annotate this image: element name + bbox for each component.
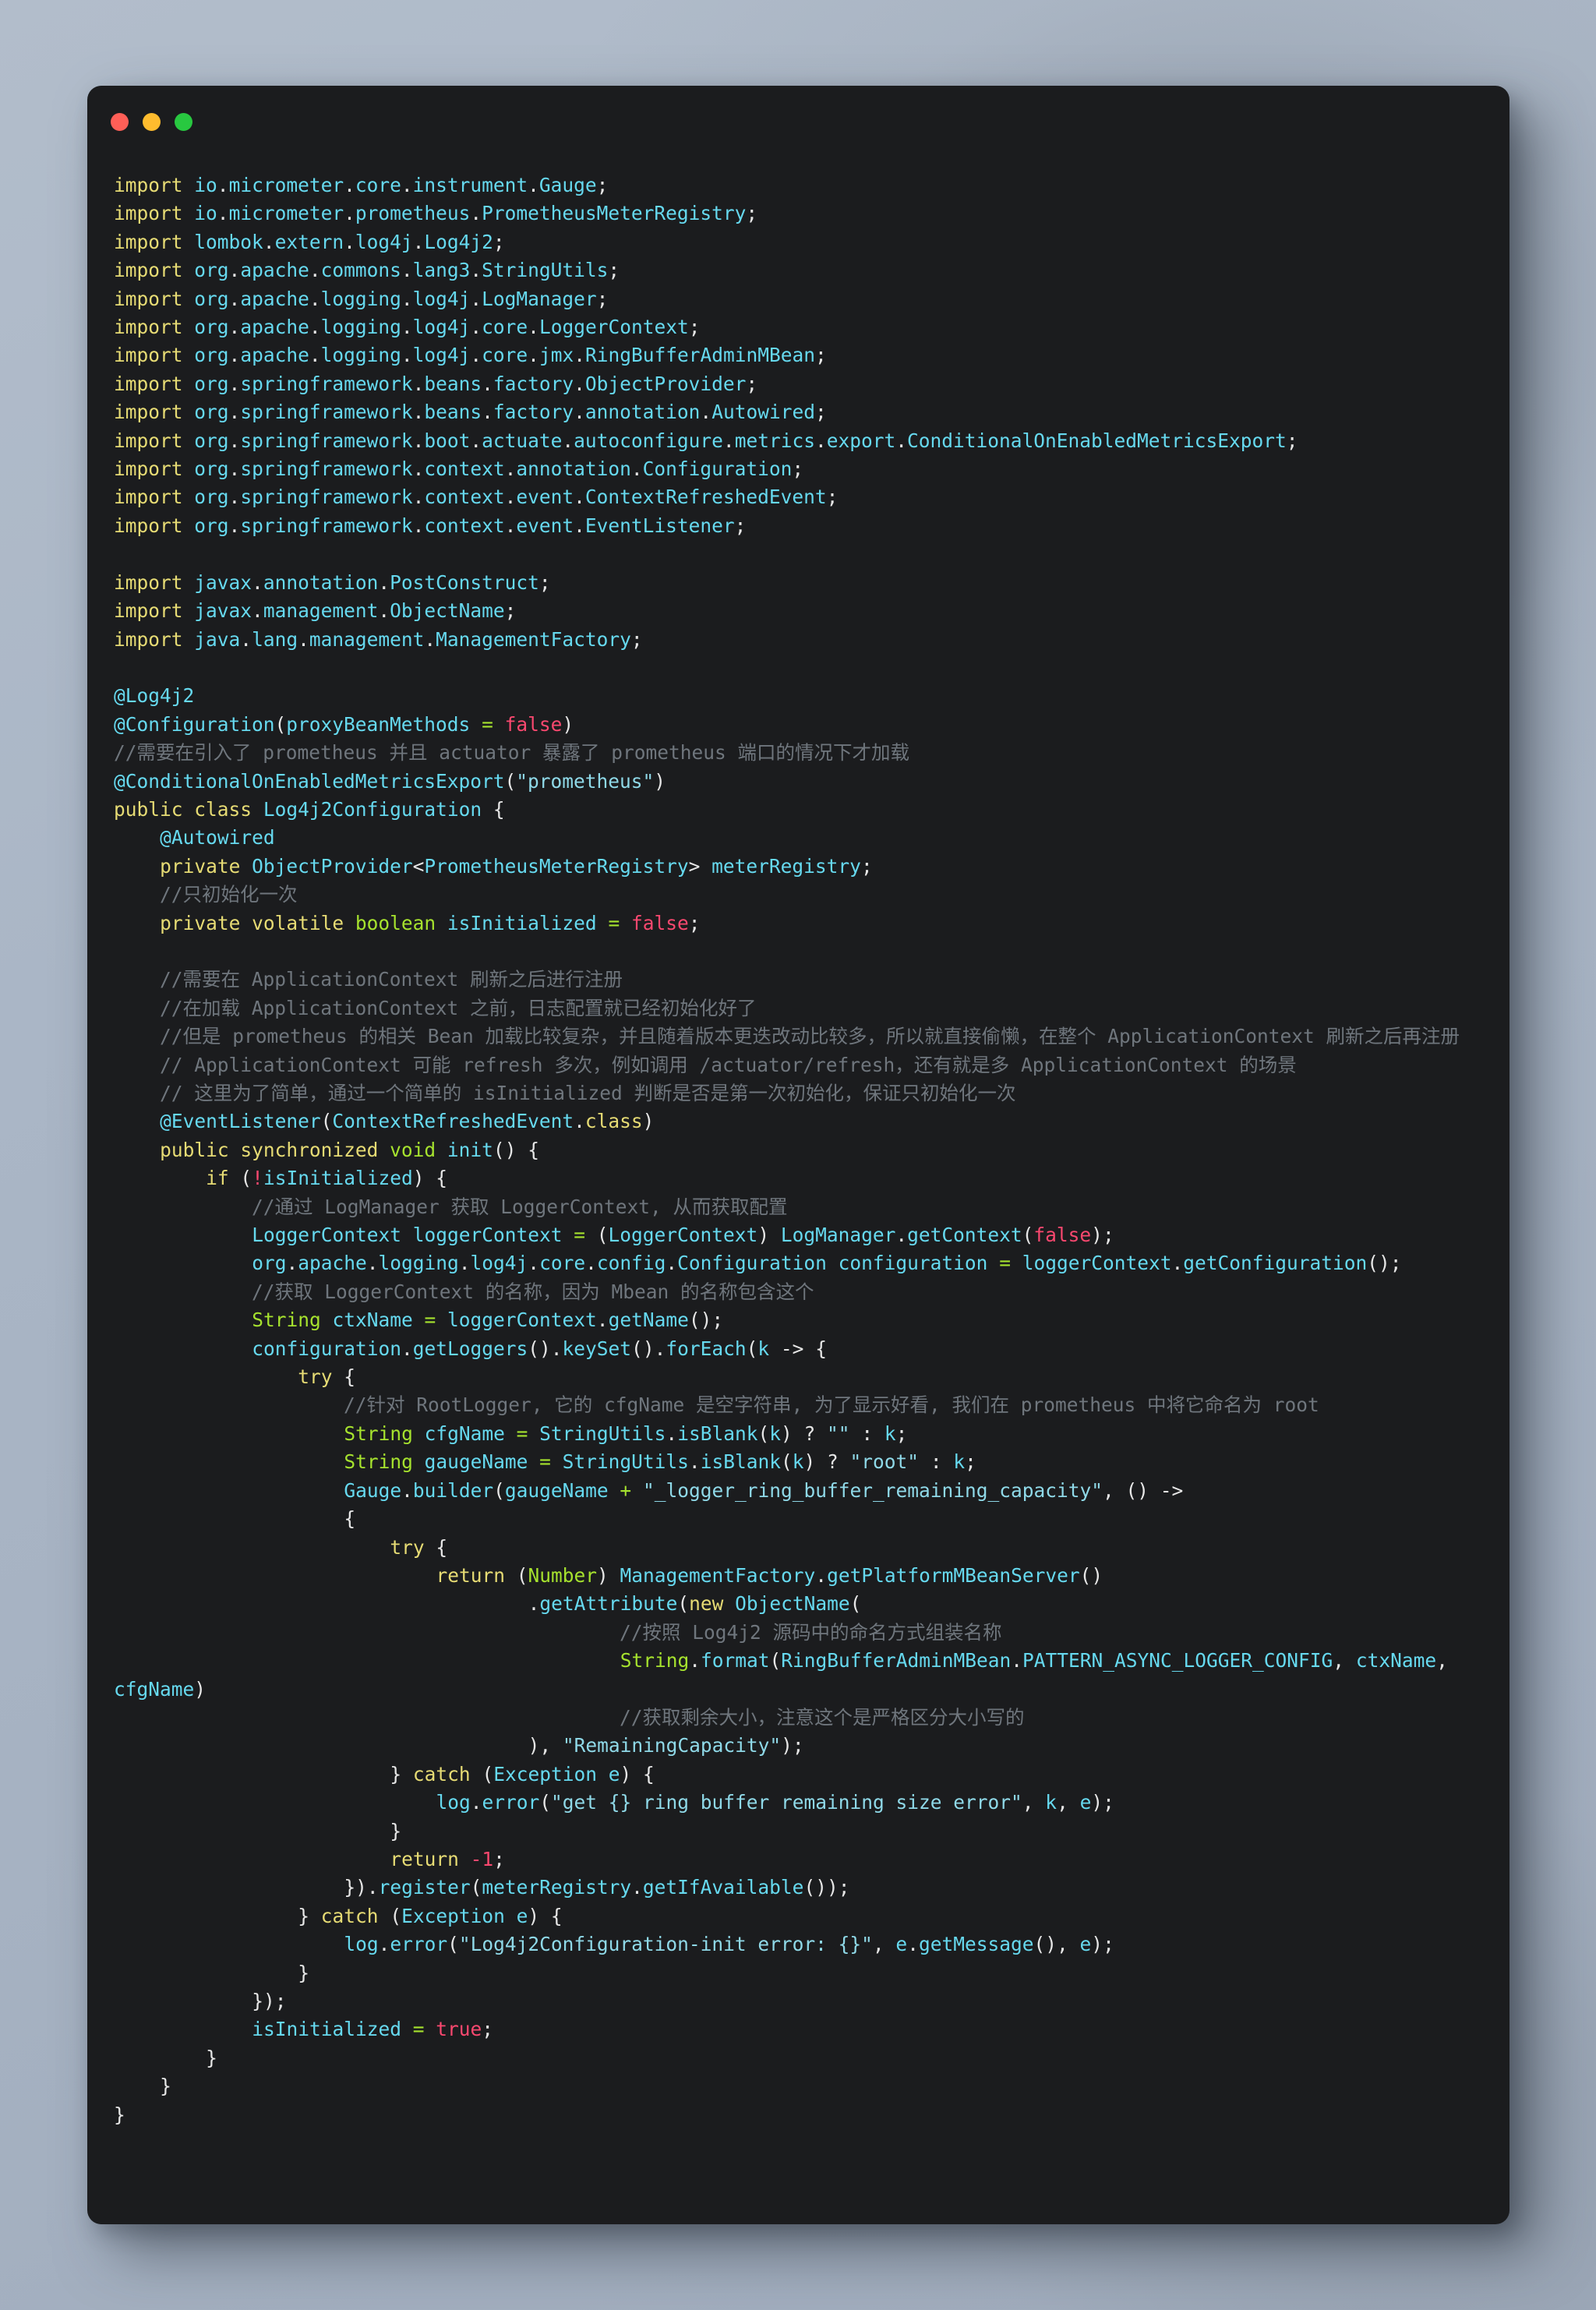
code-line: import org.apache.logging.log4j.LogManag… bbox=[114, 287, 609, 310]
code-line: ), "RemainingCapacity"); bbox=[528, 1734, 804, 1757]
code-line: @EventListener(ContextRefreshedEvent.cla… bbox=[160, 1110, 655, 1133]
code-line: try { bbox=[298, 1365, 356, 1389]
code-line: org.apache.logging.log4j.core.config.Con… bbox=[252, 1252, 1402, 1275]
code-line: @ConditionalOnEnabledMetricsExport("prom… bbox=[114, 769, 666, 793]
code-line: //需要在引入了 prometheus 并且 actuator 暴露了 prom… bbox=[114, 741, 910, 765]
code-line: import io.micrometer.prometheus.Promethe… bbox=[114, 202, 758, 225]
code-line: //按照 Log4j2 源码中的命名方式组装名称 bbox=[620, 1620, 1002, 1644]
code-line: { bbox=[344, 1507, 356, 1531]
code-line: log.error("get {} ring buffer remaining … bbox=[436, 1791, 1114, 1814]
code-line: // ApplicationContext 可能 refresh 多次，例如调用… bbox=[160, 1053, 1297, 1076]
code-line: String cfgName = StringUtils.isBlank(k) … bbox=[344, 1422, 908, 1445]
code-line: public class Log4j2Configuration { bbox=[114, 797, 505, 821]
close-button[interactable] bbox=[111, 113, 129, 131]
code-line: import org.apache.logging.log4j.core.jmx… bbox=[114, 344, 827, 367]
code-line: import org.springframework.beans.factory… bbox=[114, 401, 827, 424]
code-line: } bbox=[160, 2075, 171, 2098]
code-line: private volatile boolean isInitialized =… bbox=[160, 911, 701, 934]
code-line: import org.springframework.beans.factory… bbox=[114, 372, 758, 395]
code-editor-content[interactable]: import io.micrometer.core.instrument.Gau… bbox=[87, 157, 1509, 2129]
code-line: // 这里为了简单，通过一个简单的 isInitialized 判断是否是第一次… bbox=[160, 1082, 1016, 1104]
code-line: //针对 RootLogger, 它的 cfgName 是空字符串, 为了显示好… bbox=[344, 1393, 1319, 1417]
code-line: private ObjectProvider<PrometheusMeterRe… bbox=[160, 854, 873, 878]
code-line: isInitialized = true; bbox=[252, 2018, 494, 2041]
code-line: import javax.annotation.PostConstruct; bbox=[114, 570, 551, 594]
code-line: } bbox=[390, 1819, 402, 1842]
code-line: log.error("Log4j2Configuration-init erro… bbox=[344, 1933, 1114, 1956]
code-line: @Autowired bbox=[160, 826, 275, 849]
code-line: .getAttribute(new ObjectName( bbox=[528, 1592, 862, 1616]
code-line: import org.springframework.context.event… bbox=[114, 514, 747, 537]
code-line: import org.springframework.context.event… bbox=[114, 486, 839, 509]
code-line: return -1; bbox=[390, 1847, 505, 1870]
code-line: configuration.getLoggers().keySet().forE… bbox=[252, 1337, 827, 1360]
code-line: } bbox=[114, 2103, 125, 2126]
window-titlebar[interactable] bbox=[87, 86, 1509, 157]
maximize-button[interactable] bbox=[175, 113, 192, 131]
code-line: }).register(meterRegistry.getIfAvailable… bbox=[344, 1876, 850, 1899]
code-line: import javax.management.ObjectName; bbox=[114, 599, 517, 623]
code-window: import io.micrometer.core.instrument.Gau… bbox=[87, 86, 1509, 2224]
code-line: }); bbox=[252, 1990, 287, 2012]
code-line: //只初始化一次 bbox=[160, 883, 298, 906]
code-line: } bbox=[206, 2046, 217, 2069]
code-line: //在加载 ApplicationContext 之前，日志配置就已经初始化好了 bbox=[160, 996, 757, 1019]
code-line: } catch (Exception e) { bbox=[298, 1904, 563, 1927]
code-line: import io.micrometer.core.instrument.Gau… bbox=[114, 174, 609, 196]
code-line: try { bbox=[390, 1535, 448, 1559]
code-line: String ctxName = loggerContext.getName()… bbox=[252, 1309, 724, 1332]
code-line: //通过 LogManager 获取 LoggerContext, 从而获取配置 bbox=[252, 1195, 788, 1218]
code-line: //需要在 ApplicationContext 刷新之后进行注册 bbox=[160, 968, 623, 991]
code-line: } bbox=[298, 1961, 310, 1984]
code-line: import lombok.extern.log4j.Log4j2; bbox=[114, 230, 505, 253]
code-line: @Log4j2 bbox=[114, 684, 195, 708]
code-line: import org.springframework.context.annot… bbox=[114, 457, 804, 481]
code-line: public synchronized void init() { bbox=[160, 1138, 539, 1161]
code-line: //获取 LoggerContext 的名称，因为 Mbean 的名称包含这个 bbox=[252, 1280, 814, 1303]
code-line: @Configuration(proxyBeanMethods = false) bbox=[114, 712, 574, 736]
code-line: String gaugeName = StringUtils.isBlank(k… bbox=[344, 1450, 976, 1474]
minimize-button[interactable] bbox=[143, 113, 161, 131]
code-line: import org.apache.logging.log4j.core.Log… bbox=[114, 316, 701, 339]
code-line: //但是 prometheus 的相关 Bean 加载比较复杂，并且随着版本更迭… bbox=[160, 1025, 1460, 1048]
code-line: } catch (Exception e) { bbox=[390, 1762, 655, 1785]
code-line: import java.lang.management.ManagementFa… bbox=[114, 627, 643, 651]
code-line: if (!isInitialized) { bbox=[206, 1167, 447, 1190]
code-line: String.format(RingBufferAdminMBean.PATTE… bbox=[114, 1649, 1448, 1701]
code-line: //获取剩余大小，注意这个是严格区分大小写的 bbox=[620, 1705, 1025, 1729]
traffic-light-buttons bbox=[111, 113, 192, 131]
code-line: return (Number) ManagementFactory.getPla… bbox=[436, 1563, 1103, 1587]
code-line: Gauge.builder(gaugeName + "_logger_ring_… bbox=[344, 1478, 1184, 1502]
code-line: import org.springframework.boot.actuate.… bbox=[114, 429, 1298, 452]
code-line: import org.apache.commons.lang3.StringUt… bbox=[114, 259, 620, 282]
code-line: LoggerContext loggerContext = (LoggerCon… bbox=[252, 1224, 1114, 1247]
